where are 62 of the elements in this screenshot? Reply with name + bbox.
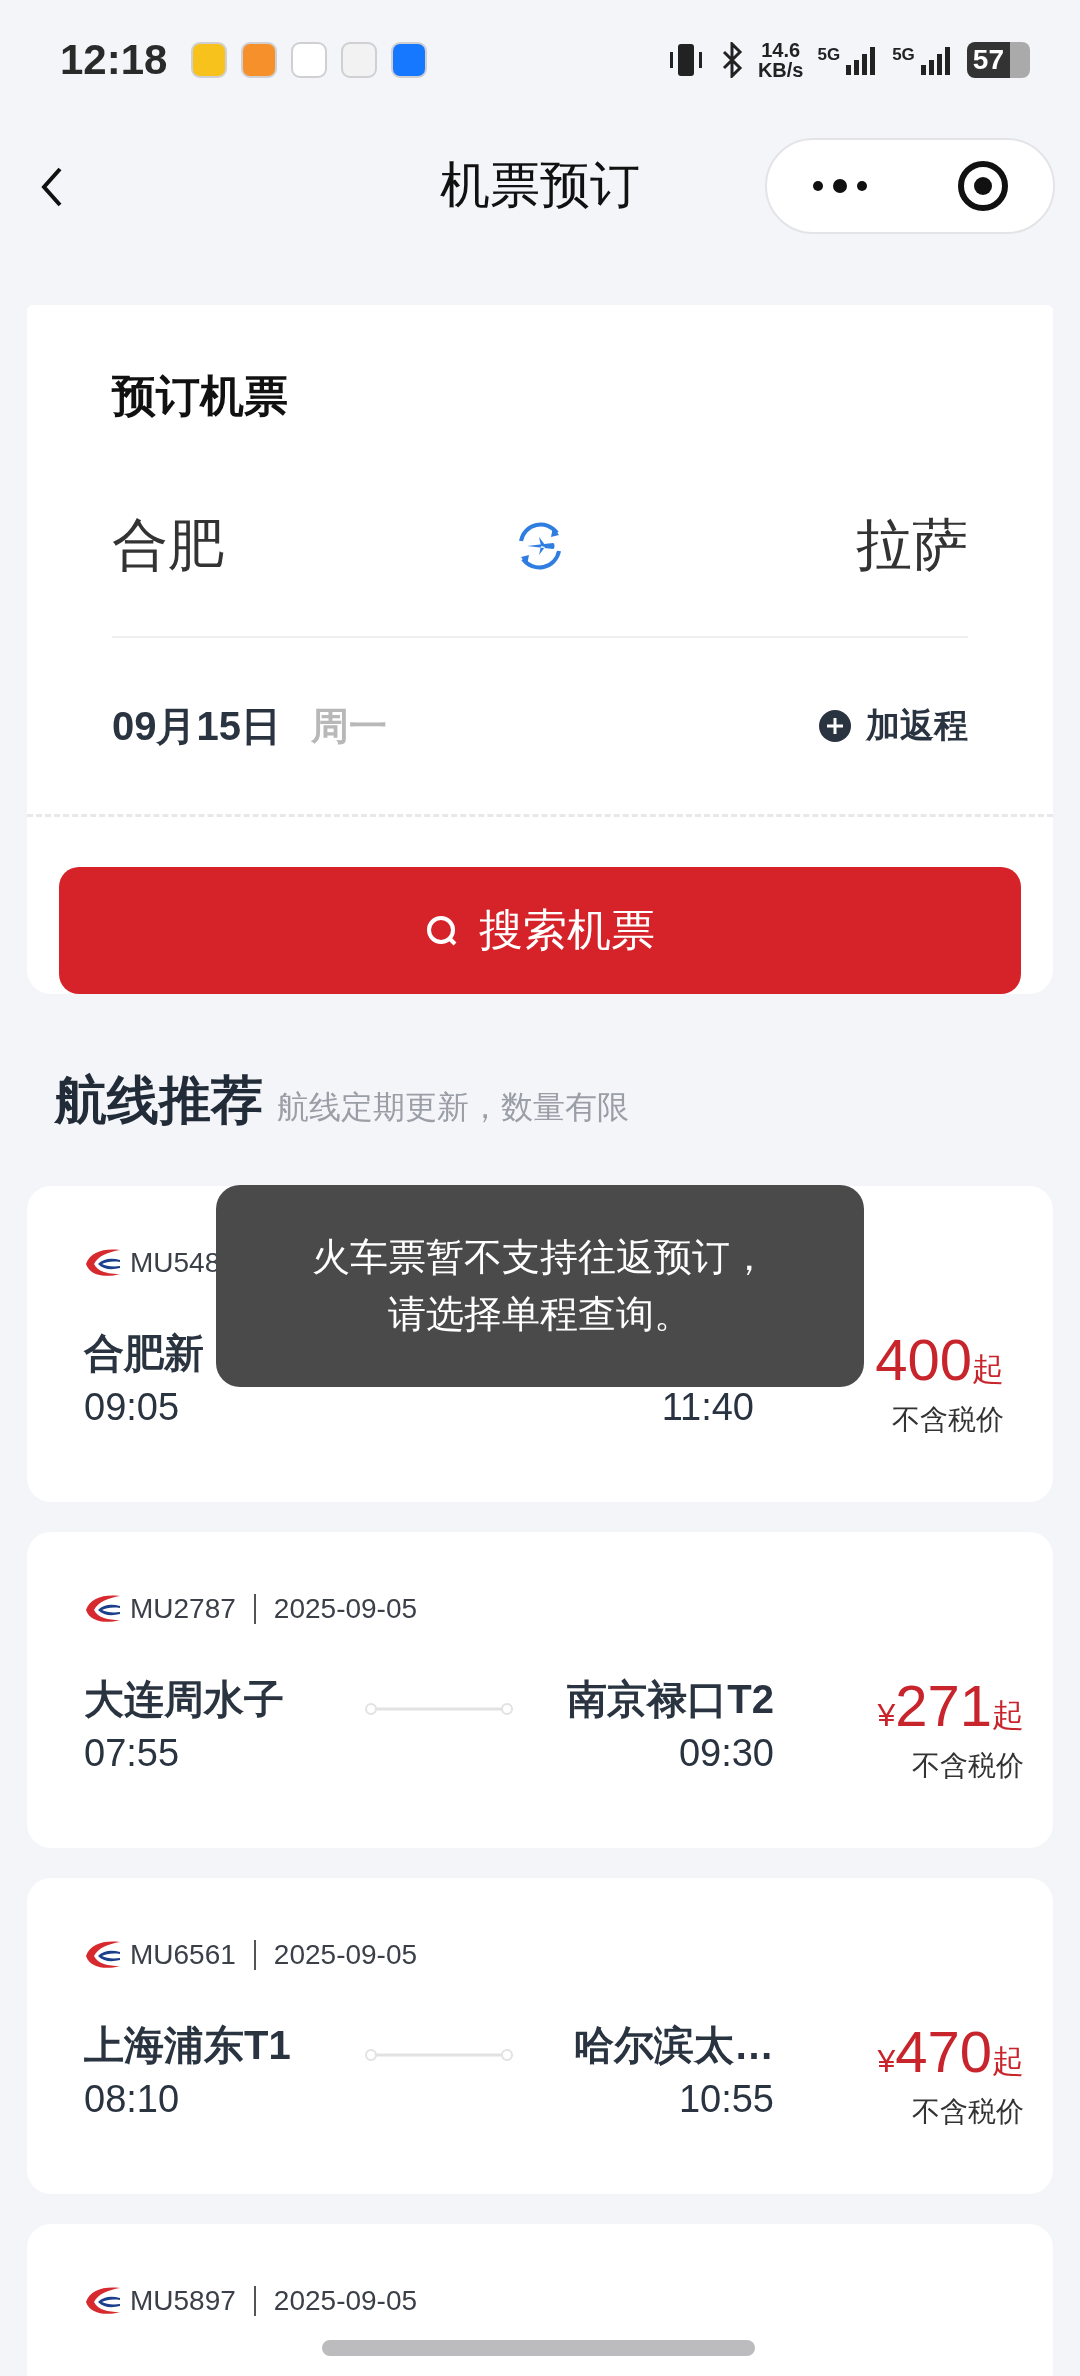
flight-date: 2025-09-05: [273, 2285, 418, 2317]
tax-note: 不含税价: [912, 1749, 1024, 1783]
route-line-icon: [364, 2048, 514, 2062]
arrival-airport: 南京禄口T2: [567, 1676, 774, 1723]
add-return-button[interactable]: 加返程: [818, 703, 968, 749]
flight-number: MU2787: [130, 1593, 236, 1625]
booking-title: 预订机票: [112, 370, 289, 422]
section-title: 航线推荐: [55, 1070, 263, 1131]
departure-airport: 大连周水子: [84, 1676, 284, 1723]
section-subtitle: 航线定期更新，数量有限: [277, 1088, 629, 1127]
network-type: 5G: [892, 45, 915, 65]
price-suffix: 起: [992, 1696, 1024, 1735]
close-target-icon[interactable]: [956, 159, 1010, 213]
app-notification-icon: [241, 42, 278, 78]
price-suffix: 起: [992, 2042, 1024, 2081]
price: 470: [895, 2018, 992, 2085]
flight-number: MU5897: [130, 2285, 236, 2317]
departure-time: 09:05: [84, 1386, 180, 1429]
price-suffix: 起: [972, 1350, 1004, 1389]
route-line-icon: [364, 1702, 514, 1716]
flight-date: 2025-09-05: [273, 1939, 418, 1971]
price: 400: [875, 1326, 972, 1393]
network-speed: 14.6: [761, 40, 801, 60]
flight-date: 2025-09-05: [273, 1593, 418, 1625]
tax-note: 不含税价: [892, 1403, 1004, 1437]
flight-number: MU6561: [130, 1939, 236, 1971]
search-icon: [425, 913, 459, 948]
flight-card[interactable]: MU5897 2025-09-05: [27, 2224, 1053, 2376]
arrival-time: 10:55: [678, 2078, 774, 2121]
app-notification-icon: [341, 42, 378, 78]
status-time: 12:18: [60, 36, 168, 84]
network-speed-unit: KB/s: [757, 60, 804, 80]
app-notification-icon: [191, 42, 228, 78]
arrival-time: 09:30: [678, 1732, 774, 1775]
departure-airport: 上海浦东T1: [84, 2022, 291, 2069]
departure-date[interactable]: 09月15日: [112, 698, 281, 754]
departure-city[interactable]: 合肥: [112, 507, 224, 584]
arrival-airport: 哈尔滨太…: [574, 2022, 774, 2069]
currency-symbol: ¥: [877, 1697, 896, 1734]
plus-icon: [818, 709, 852, 743]
departure-time: 07:55: [84, 1732, 180, 1775]
departure-airport: 合肥新: [84, 1330, 204, 1377]
signal-icon: [918, 45, 953, 75]
app-notification-icon: [391, 42, 428, 78]
toast-message: 火车票暂不支持往返预订，请选择单程查询。: [311, 1235, 769, 1337]
battery-icon: [1010, 42, 1030, 78]
arrival-city[interactable]: 拉萨: [856, 507, 968, 584]
app-notification-icon: [291, 42, 328, 78]
currency-symbol: ¥: [877, 2043, 896, 2080]
search-button[interactable]: 搜索机票: [59, 867, 1021, 994]
arrival-time: 11:40: [661, 1386, 754, 1429]
weekday: 周一: [311, 703, 387, 749]
battery-level: 57: [966, 42, 1010, 78]
departure-time: 08:10: [84, 2078, 180, 2121]
price: 271: [895, 1672, 992, 1739]
flight-card[interactable]: MU6561 2025-09-05 上海浦东T1 08:10 哈尔滨太… 10:55 ¥470起 不含税价: [27, 1878, 1053, 2194]
back-icon[interactable]: [40, 165, 64, 209]
more-icon[interactable]: [810, 178, 870, 194]
tax-note: 不含税价: [912, 2095, 1024, 2129]
flight-card[interactable]: MU2787 2025-09-05 大连周水子 07:55 南京禄口T2 09:30 ¥271起 不含税价: [27, 1532, 1053, 1848]
page-title: 机票预订: [440, 155, 640, 215]
network-type: 5G: [817, 45, 841, 65]
